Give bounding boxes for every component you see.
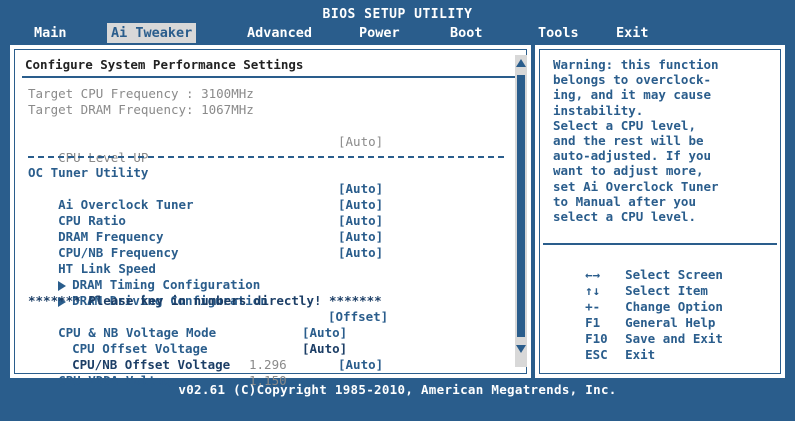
- copyright-footer: v02.61 (C)Copyright 1985-2010, American …: [178, 382, 617, 397]
- setting-value: [Auto]: [338, 357, 384, 372]
- setting-value: [Auto]: [338, 229, 384, 244]
- settings-panel: Configure System Performance Settings Ta…: [10, 45, 531, 388]
- setting-value: [Auto]: [302, 341, 348, 356]
- cpu-offset-voltage-row[interactable]: CPU Offset Voltage 1.296 [Auto]: [42, 325, 347, 372]
- menu-bar: Main Ai Tweaker Advanced Power Boot Tool…: [0, 23, 795, 45]
- key-legend-row: +- Change Option: [555, 283, 723, 314]
- oc-tuner-utility[interactable]: OC Tuner Utility: [28, 165, 148, 181]
- section-title: Configure System Performance Settings: [25, 57, 304, 72]
- scrollbar-thumb[interactable]: [517, 75, 525, 337]
- dram-driving-submenu[interactable]: DRAM Driving Configuration: [28, 277, 268, 308]
- bios-title: BIOS SETUP UTILITY: [322, 7, 473, 22]
- help-text: Warning: this function belongs to overcl…: [553, 57, 719, 225]
- cpu-level-up-row[interactable]: CPU Level UP [Auto]: [28, 134, 383, 165]
- tab-boot[interactable]: Boot: [446, 23, 487, 43]
- tab-exit[interactable]: Exit: [612, 23, 653, 43]
- setting-value: [Offset]: [328, 309, 389, 324]
- setting-value: [Auto]: [302, 325, 348, 340]
- cpu-nb-voltage-mode-row[interactable]: CPU & NB Voltage Mode [Offset]: [28, 309, 388, 340]
- dram-timing-submenu[interactable]: DRAM Timing Configuration: [28, 261, 260, 292]
- cpu-nb-offset-voltage-row[interactable]: CPU/NB Offset Voltage 1.150 [Auto]: [42, 341, 347, 388]
- key-legend-row: F1 General Help: [555, 299, 715, 330]
- setting-value: [Auto]: [338, 245, 384, 260]
- ai-overclock-tuner-row[interactable]: Ai Overclock Tuner [Auto]: [28, 181, 383, 212]
- cpu-vdda-voltage-row[interactable]: CPU VDDA Voltage [Auto]: [28, 357, 383, 388]
- help-divider: [543, 243, 777, 245]
- dram-frequency-row[interactable]: DRAM Frequency [Auto]: [28, 213, 383, 244]
- key-legend-row: F10 Save and Exit: [555, 315, 723, 346]
- ht-link-speed-row[interactable]: HT Link Speed [Auto]: [28, 245, 383, 276]
- target-dram-frequency: Target DRAM Frequency: 1067MHz: [28, 102, 254, 117]
- help-panel: Warning: this function belongs to overcl…: [535, 45, 785, 378]
- setting-value: [Auto]: [338, 197, 384, 212]
- tab-ai-tweaker[interactable]: Ai Tweaker: [107, 23, 197, 43]
- setting-value: [Auto]: [338, 213, 384, 228]
- scroll-down-arrow-icon[interactable]: [516, 345, 526, 353]
- numeric-input-notice: ******* Please key in numbers directly! …: [28, 293, 382, 308]
- key-legend-row: ←→ Select Screen: [555, 251, 723, 282]
- key-label: ESC: [585, 347, 608, 362]
- scroll-up-arrow-icon[interactable]: [516, 59, 526, 67]
- target-cpu-frequency: Target CPU Frequency : 3100MHz: [28, 86, 254, 101]
- tab-advanced[interactable]: Advanced: [243, 23, 316, 43]
- key-action: Exit: [625, 347, 656, 362]
- tab-main[interactable]: Main: [30, 23, 71, 43]
- cpu-ratio-row[interactable]: CPU Ratio [Auto]: [28, 197, 383, 228]
- dashed-divider: [28, 156, 504, 158]
- tab-tools[interactable]: Tools: [534, 23, 583, 43]
- cpu-nb-frequency-row[interactable]: CPU/NB Frequency [Auto]: [28, 229, 383, 260]
- setting-value: [Auto]: [338, 181, 384, 196]
- current-voltage: 1.296: [249, 357, 287, 372]
- key-legend-row: ESC Exit: [555, 331, 655, 362]
- title-rule: [22, 76, 520, 78]
- key-legend-row: ↑↓ Select Item: [555, 267, 708, 298]
- cpu-level-up-value: [Auto]: [338, 134, 384, 149]
- tab-power[interactable]: Power: [355, 23, 404, 43]
